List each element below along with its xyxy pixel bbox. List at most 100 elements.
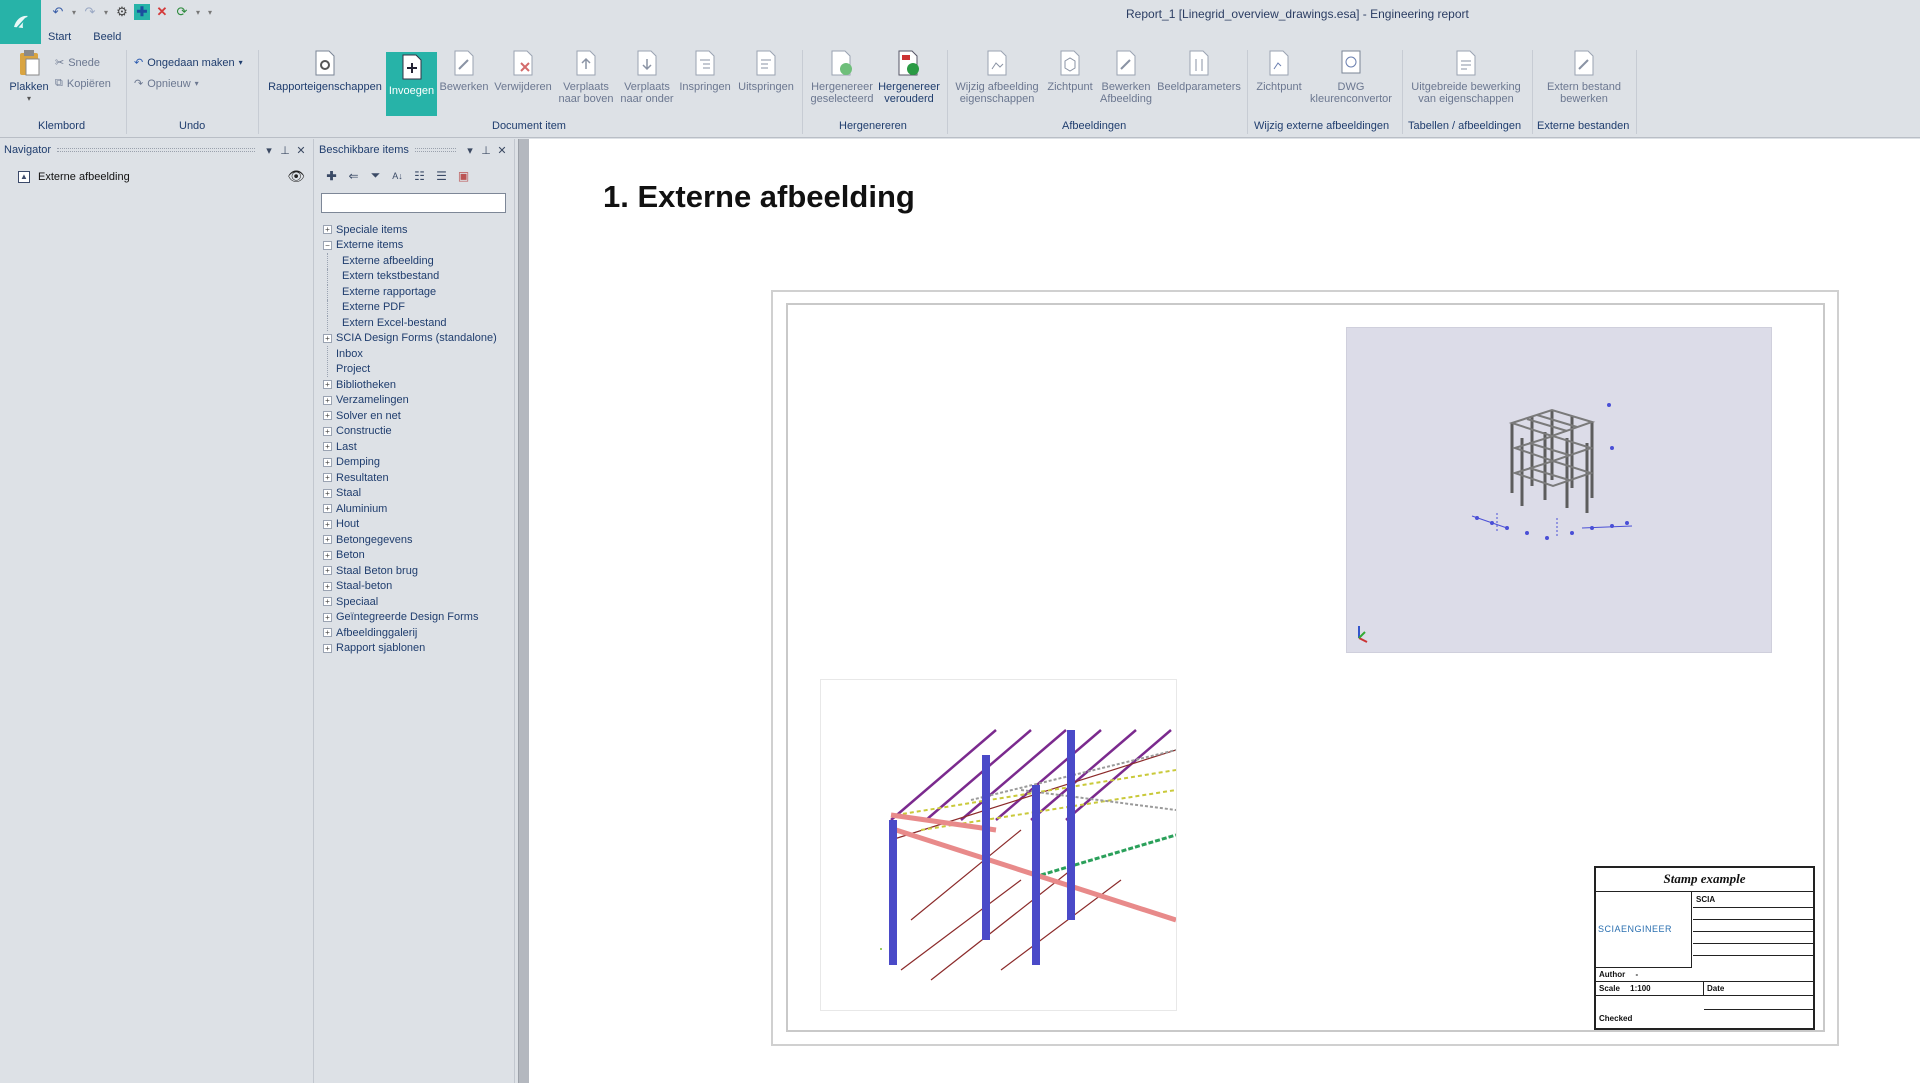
tree-item[interactable]: + Bibliotheken (323, 377, 513, 393)
eye-icon[interactable]: 👁 (287, 168, 305, 185)
tree-item[interactable]: + Geïntegreerde Design Forms (323, 610, 513, 626)
refresh-dropdown-icon[interactable]: ▾ (194, 4, 202, 20)
dwg-color-converter-button[interactable]: DWG kleurenconvertor (1306, 48, 1396, 105)
indent-button[interactable]: Inspringen (677, 48, 733, 93)
expand-icon[interactable]: + (323, 581, 332, 591)
paste-dropdown-icon[interactable]: ▾ (27, 93, 31, 105)
tab-beeld[interactable]: Beeld (93, 31, 121, 43)
back-icon[interactable]: ⇐ (345, 167, 362, 184)
redo-dropdown-icon[interactable]: ▾ (102, 4, 110, 20)
app-logo-button[interactable] (0, 0, 41, 44)
expand-icon[interactable]: + (323, 473, 332, 483)
expand-icon[interactable]: + (323, 488, 332, 498)
tree-item[interactable]: + Last (323, 439, 513, 455)
expand-icon[interactable]: + (323, 597, 332, 607)
edit-external-file-button[interactable]: Extern bestand bewerken (1538, 48, 1630, 105)
refresh-icon[interactable]: ⟳ (174, 4, 190, 20)
expand-icon[interactable]: + (323, 519, 332, 529)
expand-icon[interactable]: + (323, 442, 332, 452)
add-icon[interactable]: ✚ (134, 4, 150, 20)
redo-icon[interactable]: ↷ (82, 4, 98, 20)
tree-item[interactable]: + Speciaal (323, 594, 513, 610)
tree-item[interactable]: + Rapport sjablonen (323, 641, 513, 657)
expand-icon[interactable]: + (323, 566, 332, 576)
tree-item[interactable]: + Betongegevens (323, 532, 513, 548)
pin-icon[interactable]: ⊥ (478, 144, 494, 157)
tree-item[interactable]: + Demping (323, 455, 513, 471)
expand-icon[interactable]: + (323, 426, 332, 436)
tree-item[interactable]: + Staal-beton (323, 579, 513, 595)
edit-button[interactable]: Bewerken (440, 48, 488, 93)
drag-grip[interactable] (414, 148, 456, 152)
redo-button[interactable]: ↷ Opnieuw ▾ (134, 77, 199, 91)
expand-icon[interactable]: + (323, 612, 332, 622)
tree-item[interactable]: + Afbeeldinggalerij (323, 625, 513, 641)
copy-button[interactable]: ⧉ Kopiëren (55, 77, 111, 90)
outdent-button[interactable]: Uitspringen (735, 48, 797, 93)
expand-icon[interactable]: + (323, 550, 332, 560)
list-icon[interactable]: ☰ (433, 167, 450, 184)
pin-icon[interactable]: ⊥ (277, 144, 293, 157)
expand-icon[interactable]: + (323, 457, 332, 467)
tree-item[interactable]: Externe rapportage (323, 284, 513, 300)
close-pane-icon[interactable]: ✕ (494, 144, 510, 157)
drawing-sheet[interactable]: Stamp example SCIAENGINEER SCIA Author -… (771, 290, 1839, 1046)
settings-icon[interactable]: ⚙ (114, 4, 130, 20)
add-item-icon[interactable]: ✚ (323, 167, 340, 184)
items-search-input[interactable] (321, 193, 506, 213)
edit-image-button[interactable]: Bewerken Afbeelding (1098, 48, 1154, 105)
viewpoint-button[interactable]: Zichtpunt (1044, 48, 1096, 93)
expand-icon[interactable]: + (323, 380, 332, 390)
expand-icon[interactable]: + (323, 333, 332, 343)
image-parameters-button[interactable]: Beeldparameters (1156, 48, 1242, 93)
tab-start[interactable]: Start (48, 31, 71, 43)
tree-item[interactable]: + SCIA Design Forms (standalone) (323, 331, 513, 347)
expand-tree-icon[interactable]: ☷ (411, 167, 428, 184)
paste-button[interactable]: Plakken ▾ (6, 48, 52, 105)
close-icon[interactable]: ✕ (154, 4, 170, 20)
navigator-item[interactable]: ▲ Externe afbeelding 👁 (18, 168, 305, 185)
drag-grip[interactable] (57, 148, 255, 152)
undo-dropdown-icon[interactable]: ▾ (70, 4, 78, 20)
tree-item[interactable]: Inbox (323, 346, 513, 362)
tree-item[interactable]: + Constructie (323, 424, 513, 440)
undo-icon[interactable]: ↶ (50, 4, 66, 20)
tree-item[interactable]: + Solver en net (323, 408, 513, 424)
move-down-button[interactable]: Verplaats naar onder (617, 48, 677, 105)
collapse-icon[interactable]: − (323, 240, 332, 250)
tree-item[interactable]: + Speciale items (323, 222, 513, 238)
pane-menu-icon[interactable]: ▾ (261, 144, 277, 157)
expand-icon[interactable]: + (323, 225, 332, 235)
undo-button[interactable]: ↶ Ongedaan maken ▾ (134, 56, 243, 70)
insert-button[interactable]: Invoegen (386, 52, 437, 116)
advanced-edit-button[interactable]: Uitgebreide bewerking van eigenschappen (1406, 48, 1526, 105)
expand-icon[interactable]: + (323, 535, 332, 545)
expand-icon[interactable]: + (323, 628, 332, 638)
tree-item[interactable]: + Aluminium (323, 501, 513, 517)
close-pane-icon[interactable]: ✕ (293, 144, 309, 157)
sort-alpha-icon[interactable]: A↓ (389, 167, 406, 184)
tree-item[interactable]: Project (323, 361, 513, 378)
tree-item[interactable]: Externe PDF (323, 299, 513, 315)
regenerate-selected-button[interactable]: Hergenereer geselecteerd (808, 48, 876, 105)
tree-item[interactable]: Extern Excel-bestand (323, 315, 513, 331)
cut-button[interactable]: ✂ Snede (55, 56, 100, 70)
move-up-button[interactable]: Verplaats naar boven (556, 48, 616, 105)
external-viewpoint-button[interactable]: Zichtpunt (1252, 48, 1306, 93)
customize-qat-icon[interactable]: ▾ (206, 4, 214, 20)
tree-item[interactable]: Extern tekstbestand (323, 268, 513, 284)
expand-icon[interactable]: + (323, 504, 332, 514)
image-properties-button[interactable]: Wijzig afbeelding eigenschappen (952, 48, 1042, 105)
clear-icon[interactable]: ▣ (455, 167, 472, 184)
report-properties-button[interactable]: Rapporteigenschappen (266, 48, 384, 93)
expand-icon[interactable]: + (323, 643, 332, 653)
tree-item[interactable]: + Verzamelingen (323, 393, 513, 409)
tree-item[interactable]: + Resultaten (323, 470, 513, 486)
tree-item[interactable]: + Hout (323, 517, 513, 533)
tree-item[interactable]: + Staal Beton brug (323, 563, 513, 579)
expand-icon[interactable]: + (323, 411, 332, 421)
tree-item[interactable]: + Beton (323, 548, 513, 564)
tree-item[interactable]: Externe afbeelding (323, 253, 513, 269)
regenerate-outdated-button[interactable]: Hergenereer verouderd (876, 48, 942, 105)
tree-item[interactable]: − Externe items (323, 238, 513, 254)
